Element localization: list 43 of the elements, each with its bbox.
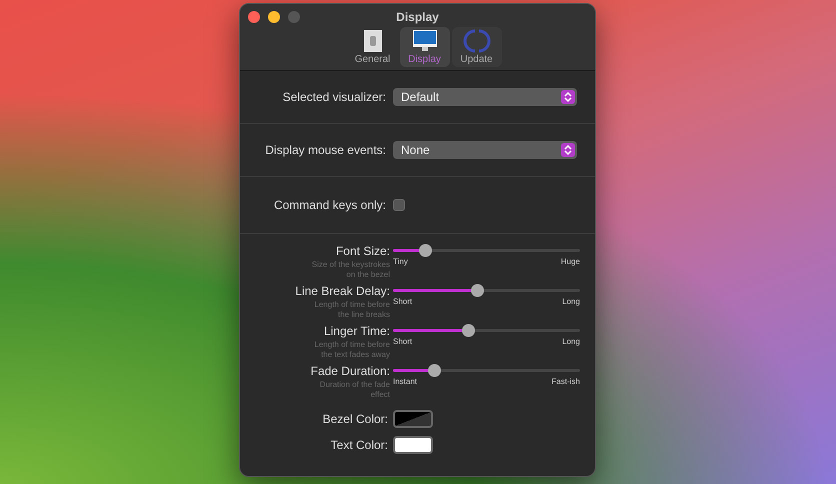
- chevrons-icon: [561, 143, 575, 157]
- slider-max-label: Fast-ish: [552, 377, 580, 386]
- monitor-icon: [410, 29, 438, 53]
- slider[interactable]: [393, 244, 580, 257]
- field-label: Text Color:: [330, 438, 389, 452]
- color-well[interactable]: [393, 436, 433, 454]
- close-button[interactable]: [248, 11, 260, 23]
- slider-thumb[interactable]: [462, 324, 475, 337]
- slider-max-label: Huge: [560, 257, 580, 266]
- slider-thumb[interactable]: [471, 284, 484, 297]
- toolbar-tab[interactable]: General: [348, 27, 398, 67]
- slider-hint: Duration of the fade effect: [318, 380, 390, 400]
- slider-max-label: Long: [562, 297, 580, 306]
- chevrons-icon: [561, 90, 575, 104]
- checkbox[interactable]: [393, 199, 405, 211]
- field-label: Selected visualizer:: [282, 90, 387, 104]
- slider[interactable]: [393, 324, 580, 337]
- field-label: Command keys only:: [272, 198, 387, 212]
- slider-hint: Size of the keystrokes on the bezel: [310, 260, 390, 280]
- slider-min-label: Short: [393, 297, 412, 306]
- refresh-icon: [462, 29, 490, 53]
- color-well[interactable]: [393, 410, 433, 428]
- slider-label: Linger Time:: [322, 324, 390, 338]
- toolbar-tab[interactable]: Update: [452, 27, 502, 67]
- slider-min-label: Instant: [393, 377, 418, 386]
- slider-hint: Length of time before the line breaks: [313, 300, 390, 320]
- field-label: Display mouse events:: [264, 143, 387, 157]
- slider-thumb[interactable]: [418, 244, 432, 257]
- slider[interactable]: [393, 364, 580, 377]
- popup-button[interactable]: None: [393, 141, 577, 159]
- popup-button[interactable]: Default: [393, 88, 577, 106]
- slider-max-label: Long: [562, 337, 580, 346]
- slider-thumb[interactable]: [428, 364, 442, 377]
- slider-hint: Length of time before the text fades away: [313, 340, 390, 360]
- minimize-button[interactable]: [268, 11, 280, 23]
- slider-label: Line Break Delay:: [294, 284, 390, 298]
- slider[interactable]: [393, 284, 580, 297]
- slider-min-label: Tiny: [393, 257, 408, 266]
- slider-min-label: Short: [393, 337, 412, 346]
- window-title: Display: [396, 10, 439, 26]
- slider-label: Font Size:: [334, 244, 390, 258]
- slider-label: Fade Duration:: [310, 364, 390, 378]
- field-label: Bezel Color:: [322, 412, 389, 426]
